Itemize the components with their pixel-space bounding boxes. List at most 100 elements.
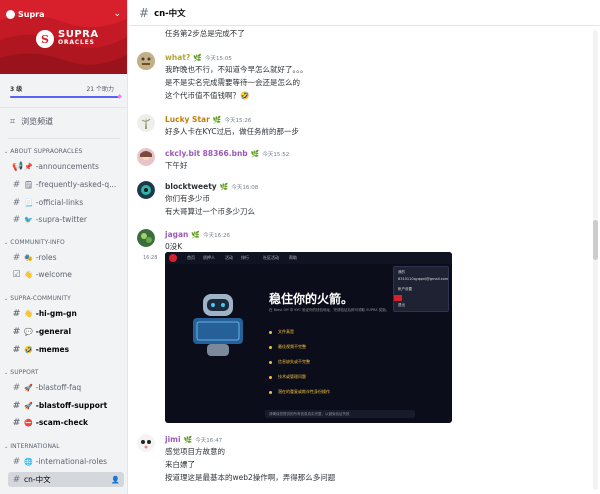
channel-international-roles[interactable]: # 🌐 -international-roles [8, 454, 124, 469]
laugh-emoji-icon: 🤣 [24, 345, 33, 354]
message-text: 任务第2步总是完成不了 [165, 29, 245, 38]
scrollbar-thumb[interactable] [593, 220, 598, 260]
category-support[interactable]: ⌄ SUPPORT [4, 369, 39, 376]
channel-announcements[interactable]: 📢 📌 -announcements [8, 159, 124, 174]
server-icon [6, 10, 15, 19]
channel-blastoff-support[interactable]: # 🚀 -blastoff-support [8, 398, 124, 413]
category-community-info[interactable]: ⌄ COMMUNITY-INFO [4, 239, 65, 246]
hash-icon: # [12, 214, 21, 225]
chevron-down-icon: ⌄ [4, 443, 9, 450]
embed-footer: 请确保您提供的所有信息真实完整，以避免验证失败 [265, 410, 415, 418]
message-author[interactable]: jimi 🌿 今天16:47 [165, 435, 222, 444]
message-author[interactable]: what? 🌿 今天15:05 [165, 53, 232, 62]
message-text: 这个代币值不值钱啊？🤣 [165, 91, 250, 100]
embed-account-marker [394, 295, 402, 301]
message-text: 我昨晚也不行，不知道今早怎么就好了。。。 [165, 65, 308, 74]
message-author[interactable]: blocktweety 🌿 今天16:08 [165, 182, 258, 191]
rocket-emoji-icon: 🚀 [24, 401, 33, 410]
message-author[interactable]: ckcly.bit 88366.bnb 🌿 今天15:52 [165, 149, 289, 158]
message-timestamp: 今天15:05 [204, 55, 232, 62]
category-about[interactable]: ⌄ ABOUT SUPRAORACLES [4, 148, 82, 155]
channel-cn[interactable]: # cn-中文 👤 [8, 472, 124, 487]
globe-emoji-icon: 🌐 [24, 457, 33, 466]
faq-emoji-icon: 🗒 [24, 180, 33, 189]
category-supra-community[interactable]: ⌄ SUPRA-COMMUNITY [4, 295, 71, 302]
hash-icon: # [12, 179, 21, 190]
mask-emoji-icon: 🎭 [24, 253, 33, 262]
speech-emoji-icon: 💬 [24, 327, 33, 336]
message-text: 下午好 [165, 161, 188, 170]
pin-emoji-icon: 📌 [24, 162, 33, 171]
channel-title: cn-中文 [154, 8, 186, 19]
message-text: 是不是实名完成需要等待一会还是怎么的 [165, 78, 300, 87]
bird-emoji-icon: 🐦 [24, 215, 33, 224]
rules-channel-icon: ☑ [12, 269, 21, 280]
chevron-down-icon[interactable]: ⌄ [113, 9, 121, 19]
chevron-down-icon: ⌄ [4, 369, 9, 376]
embed-bullet: 信息缺失或不完整 [269, 359, 310, 365]
avatar[interactable] [137, 434, 155, 452]
logo-text-sub: ORACLES [58, 39, 95, 46]
boost-level: 3 级 [10, 86, 23, 93]
boost-bar [10, 96, 120, 98]
browse-channels[interactable]: ⌗ 浏览频道 [10, 116, 53, 127]
message-timestamp: 今天15:52 [262, 151, 290, 158]
attachment-image[interactable]: 首页 质押人 活动 排行 社区活动 帮助 我的 8310110qyqqelj@g… [165, 252, 452, 423]
channel-scam-check[interactable]: # ⛔ -scam-check [8, 415, 124, 430]
message-timestamp: 今天16:08 [231, 184, 259, 191]
server-banner[interactable]: Supra ⌄ S SUPRA ORACLES [0, 0, 127, 74]
hash-icon: # [139, 5, 150, 20]
role-badge-icon: 🌿 [193, 53, 202, 62]
message-author[interactable]: Lucky Star 🌿 今天15:26 [165, 115, 251, 124]
embed-subtext: 在 Blast Off 中 KYC 验证你的钱包地址，完成验证后即可领取 SUP… [269, 308, 390, 312]
scrollbar[interactable] [593, 30, 598, 490]
boost-progress[interactable]: 3 级 21 个助力 ◆ [0, 74, 127, 108]
divider [8, 138, 120, 139]
hash-icon: # [12, 252, 21, 263]
embed-heading: 稳住你的火箭。 [269, 292, 354, 306]
channel-blastoff-faq[interactable]: # 🚀 -blastoff-faq [8, 380, 124, 395]
channel-supra-twitter[interactable]: # 🐦 -supra-twitter [8, 212, 124, 227]
channel-welcome[interactable]: ☑ 👋 -welcome [8, 267, 124, 282]
role-badge-icon: 🌿 [191, 230, 201, 239]
role-badge-icon: 🌿 [250, 149, 260, 158]
chevron-down-icon: ⌄ [4, 148, 9, 155]
role-badge-icon: 🌿 [219, 182, 229, 191]
hash-icon: # [12, 344, 21, 355]
message-text: 你们有多少币 [165, 194, 210, 203]
message-feed: 任务第2步总是完成不了 what? 🌿 今天15:05 我昨晚也不行，不知道今早… [129, 26, 589, 494]
browse-channels-icon: ⌗ [10, 116, 16, 127]
hash-icon: # [12, 326, 21, 337]
hash-icon: # [12, 474, 21, 485]
channel-faq[interactable]: # 🗒 -frequently-asked-q... [8, 177, 124, 192]
message-author[interactable]: jagan 🌿 今天16:26 [165, 230, 230, 239]
announcement-channel-icon: 📢 [12, 161, 24, 172]
server-sidebar: Supra ⌄ S SUPRA ORACLES 3 级 21 个助力 ◆ ⌗ 浏… [0, 0, 128, 494]
channel-official-links[interactable]: # 📃 -official-links [8, 195, 124, 210]
embed-navbar: 首页 质押人 活动 排行 社区活动 帮助 [165, 252, 452, 264]
channel-header: # cn-中文 [129, 0, 600, 26]
robot-mascot-icon [193, 294, 243, 356]
hash-icon: # [12, 456, 21, 467]
embed-logo-icon [169, 254, 177, 262]
embed-account-menu: 我的 8310110qyqqelj@gmail.com 帐户设置 退出 [393, 266, 449, 312]
avatar[interactable] [137, 52, 155, 70]
hash-icon: # [12, 417, 21, 428]
channel-roles[interactable]: # 🎭 -roles [8, 250, 124, 265]
avatar[interactable] [137, 229, 155, 247]
avatar[interactable] [137, 181, 155, 199]
avatar[interactable] [137, 114, 155, 132]
channel-general[interactable]: # 💬 -general [8, 324, 124, 339]
category-international[interactable]: ⌄ INTERNATIONAL [4, 443, 60, 450]
message-text: 来白嫖了 [165, 460, 195, 469]
add-user-icon[interactable]: 👤 [111, 476, 120, 484]
channel-hi-gm-gn[interactable]: # 👋 -hi-gm-gn [8, 306, 124, 321]
message-text: 0没K [165, 242, 183, 251]
avatar[interactable] [137, 148, 155, 166]
chat-main: # cn-中文 任务第2步总是完成不了 what? 🌿 今天15:05 我昨晚也… [129, 0, 600, 494]
channel-memes[interactable]: # 🤣 -memes [8, 342, 124, 357]
link-emoji-icon: 📃 [24, 198, 33, 207]
chevron-down-icon: ⌄ [4, 239, 9, 246]
message-text: 好多人卡在KYC过后，做任务前的那一步 [165, 127, 300, 136]
server-name[interactable]: Supra [6, 10, 45, 19]
